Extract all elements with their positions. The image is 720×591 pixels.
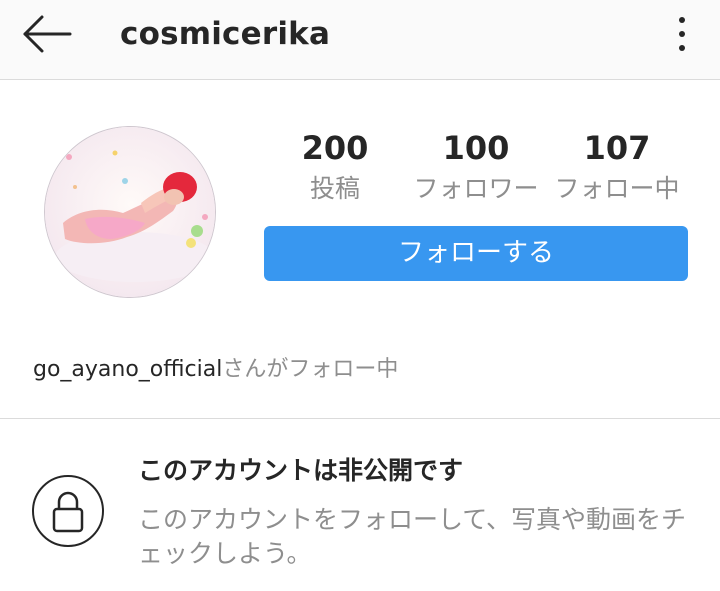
profile-username-title: cosmicerika [120, 16, 331, 52]
follow-button[interactable]: フォローする [264, 226, 688, 281]
private-account-description: このアカウントをフォローして、写真や動画をチェックしよう。 [138, 505, 687, 568]
section-divider [0, 418, 720, 419]
followers-count-label: フォロワー [413, 174, 539, 203]
following-count-label: フォロー中 [554, 174, 680, 203]
posts-count-label: 投稿 [309, 174, 360, 203]
followed-by-username[interactable]: go_ayano_official [33, 357, 222, 382]
top-app-bar: cosmicerika [0, 0, 720, 80]
profile-photo [45, 127, 215, 297]
more-options-button[interactable] [672, 14, 692, 54]
followers-count-value: 100 [442, 129, 510, 167]
following-count[interactable]: 107 フォロー中 [542, 128, 692, 206]
back-button[interactable] [22, 14, 74, 54]
following-count-value: 107 [583, 129, 651, 167]
posts-count[interactable]: 200 投稿 [260, 128, 410, 206]
posts-count-value: 200 [301, 129, 369, 167]
followed-by-text: go_ayano_officialさんがフォロー中 [33, 354, 398, 386]
lock-icon [32, 475, 104, 547]
followed-by-suffix: さんがフォロー中 [222, 357, 399, 382]
private-account-title: このアカウントは非公開です [138, 456, 464, 485]
avatar[interactable] [44, 126, 216, 298]
followers-count[interactable]: 100 フォロワー [401, 128, 551, 206]
arrow-left-icon [23, 15, 72, 53]
